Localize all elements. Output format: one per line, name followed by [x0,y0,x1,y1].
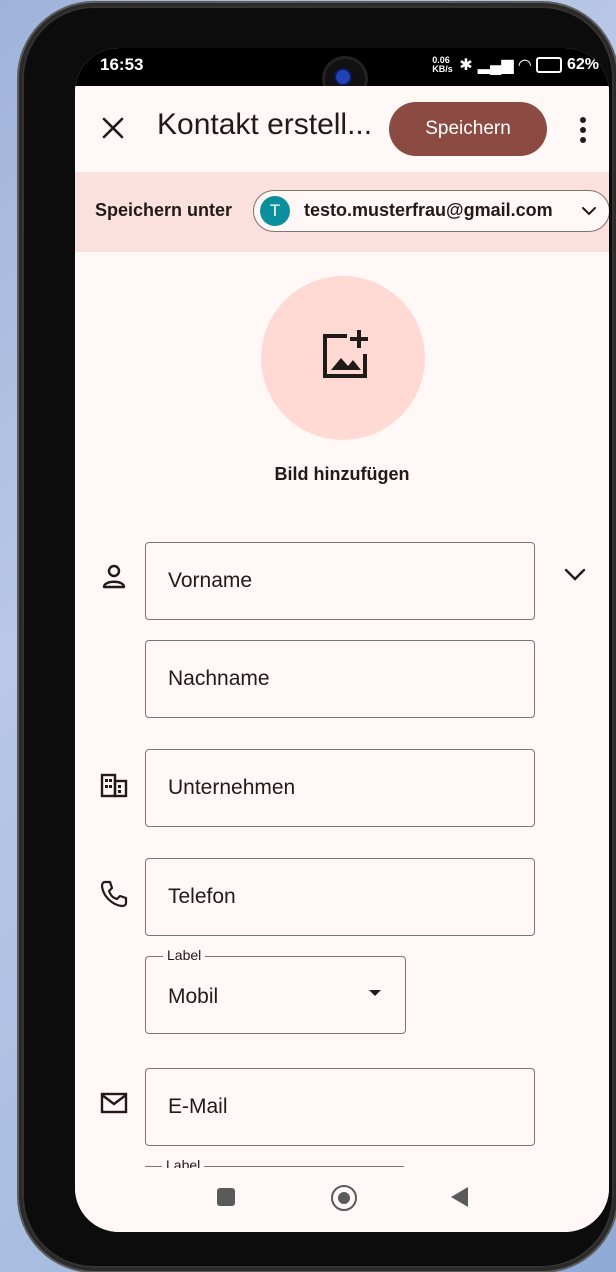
add-photo-icon [323,330,368,378]
page-title: Kontakt erstell... [157,108,373,141]
screen: 16:53 0.06 KB/s ✱ ▂▄▆ ◠ 62% Kontakt erst… [75,48,609,1232]
add-photo-label: Bild hinzufügen [274,464,410,484]
battery-icon [535,57,562,73]
dropdown-arrow-icon [369,990,381,996]
chevron-down-icon [582,207,596,216]
save-button[interactable]: Speichern [389,102,547,156]
phone-icon [100,880,128,908]
account-email: testo.musterfrau@gmail.com [304,200,553,220]
save-under-label: Speichern unter [95,200,233,220]
first-name-field[interactable]: Vorname [145,542,535,620]
account-selector[interactable]: T testo.musterfrau@gmail.com [253,190,609,232]
network-speed: 0.06 KB/s [432,55,453,74]
phone-frame: 16:53 0.06 KB/s ✱ ▂▄▆ ◠ 62% Kontakt erst… [22,6,614,1268]
add-photo-button[interactable] [261,276,425,440]
email-placeholder: E-Mail [168,1095,228,1118]
company-field[interactable]: Unternehmen [145,749,535,827]
more-vert-icon [580,117,586,143]
back-button[interactable] [451,1187,468,1207]
email-icon [100,1092,128,1114]
recents-button[interactable] [217,1188,235,1206]
navigation-bar [75,1168,609,1232]
company-placeholder: Unternehmen [168,776,296,799]
first-name-placeholder: Vorname [168,569,253,592]
close-button[interactable] [97,112,129,144]
app-bar: Kontakt erstell... Speichern [75,86,609,170]
email-field[interactable]: E-Mail [145,1068,535,1146]
battery-percent: 62% [566,56,599,73]
person-icon [102,564,126,589]
phone-label-value: Mobil [168,985,219,1008]
last-name-field[interactable]: Nachname [145,640,535,718]
status-icons: 0.06 KB/s ✱ ▂▄▆ ◠ 62% [432,55,599,75]
expand-name-button[interactable] [561,560,589,588]
bluetooth-icon: ✱ [459,57,473,74]
business-icon [100,773,128,798]
wifi-icon: ◠ [518,57,531,74]
more-options-button[interactable] [579,116,587,144]
phone-label-select[interactable]: Label Mobil [145,947,406,1034]
last-name-placeholder: Nachname [168,667,270,690]
signal-icon: ▂▄▆ [477,57,514,74]
home-button[interactable] [331,1185,357,1211]
save-under-banner: Speichern unter T testo.musterfrau@gmail… [75,172,609,252]
phone-placeholder: Telefon [168,885,236,908]
phone-field[interactable]: Telefon [145,858,535,936]
phone-label-caption: Label [163,947,206,963]
close-icon [102,117,124,139]
avatar: T [260,196,290,226]
status-time: 16:53 [100,55,144,74]
